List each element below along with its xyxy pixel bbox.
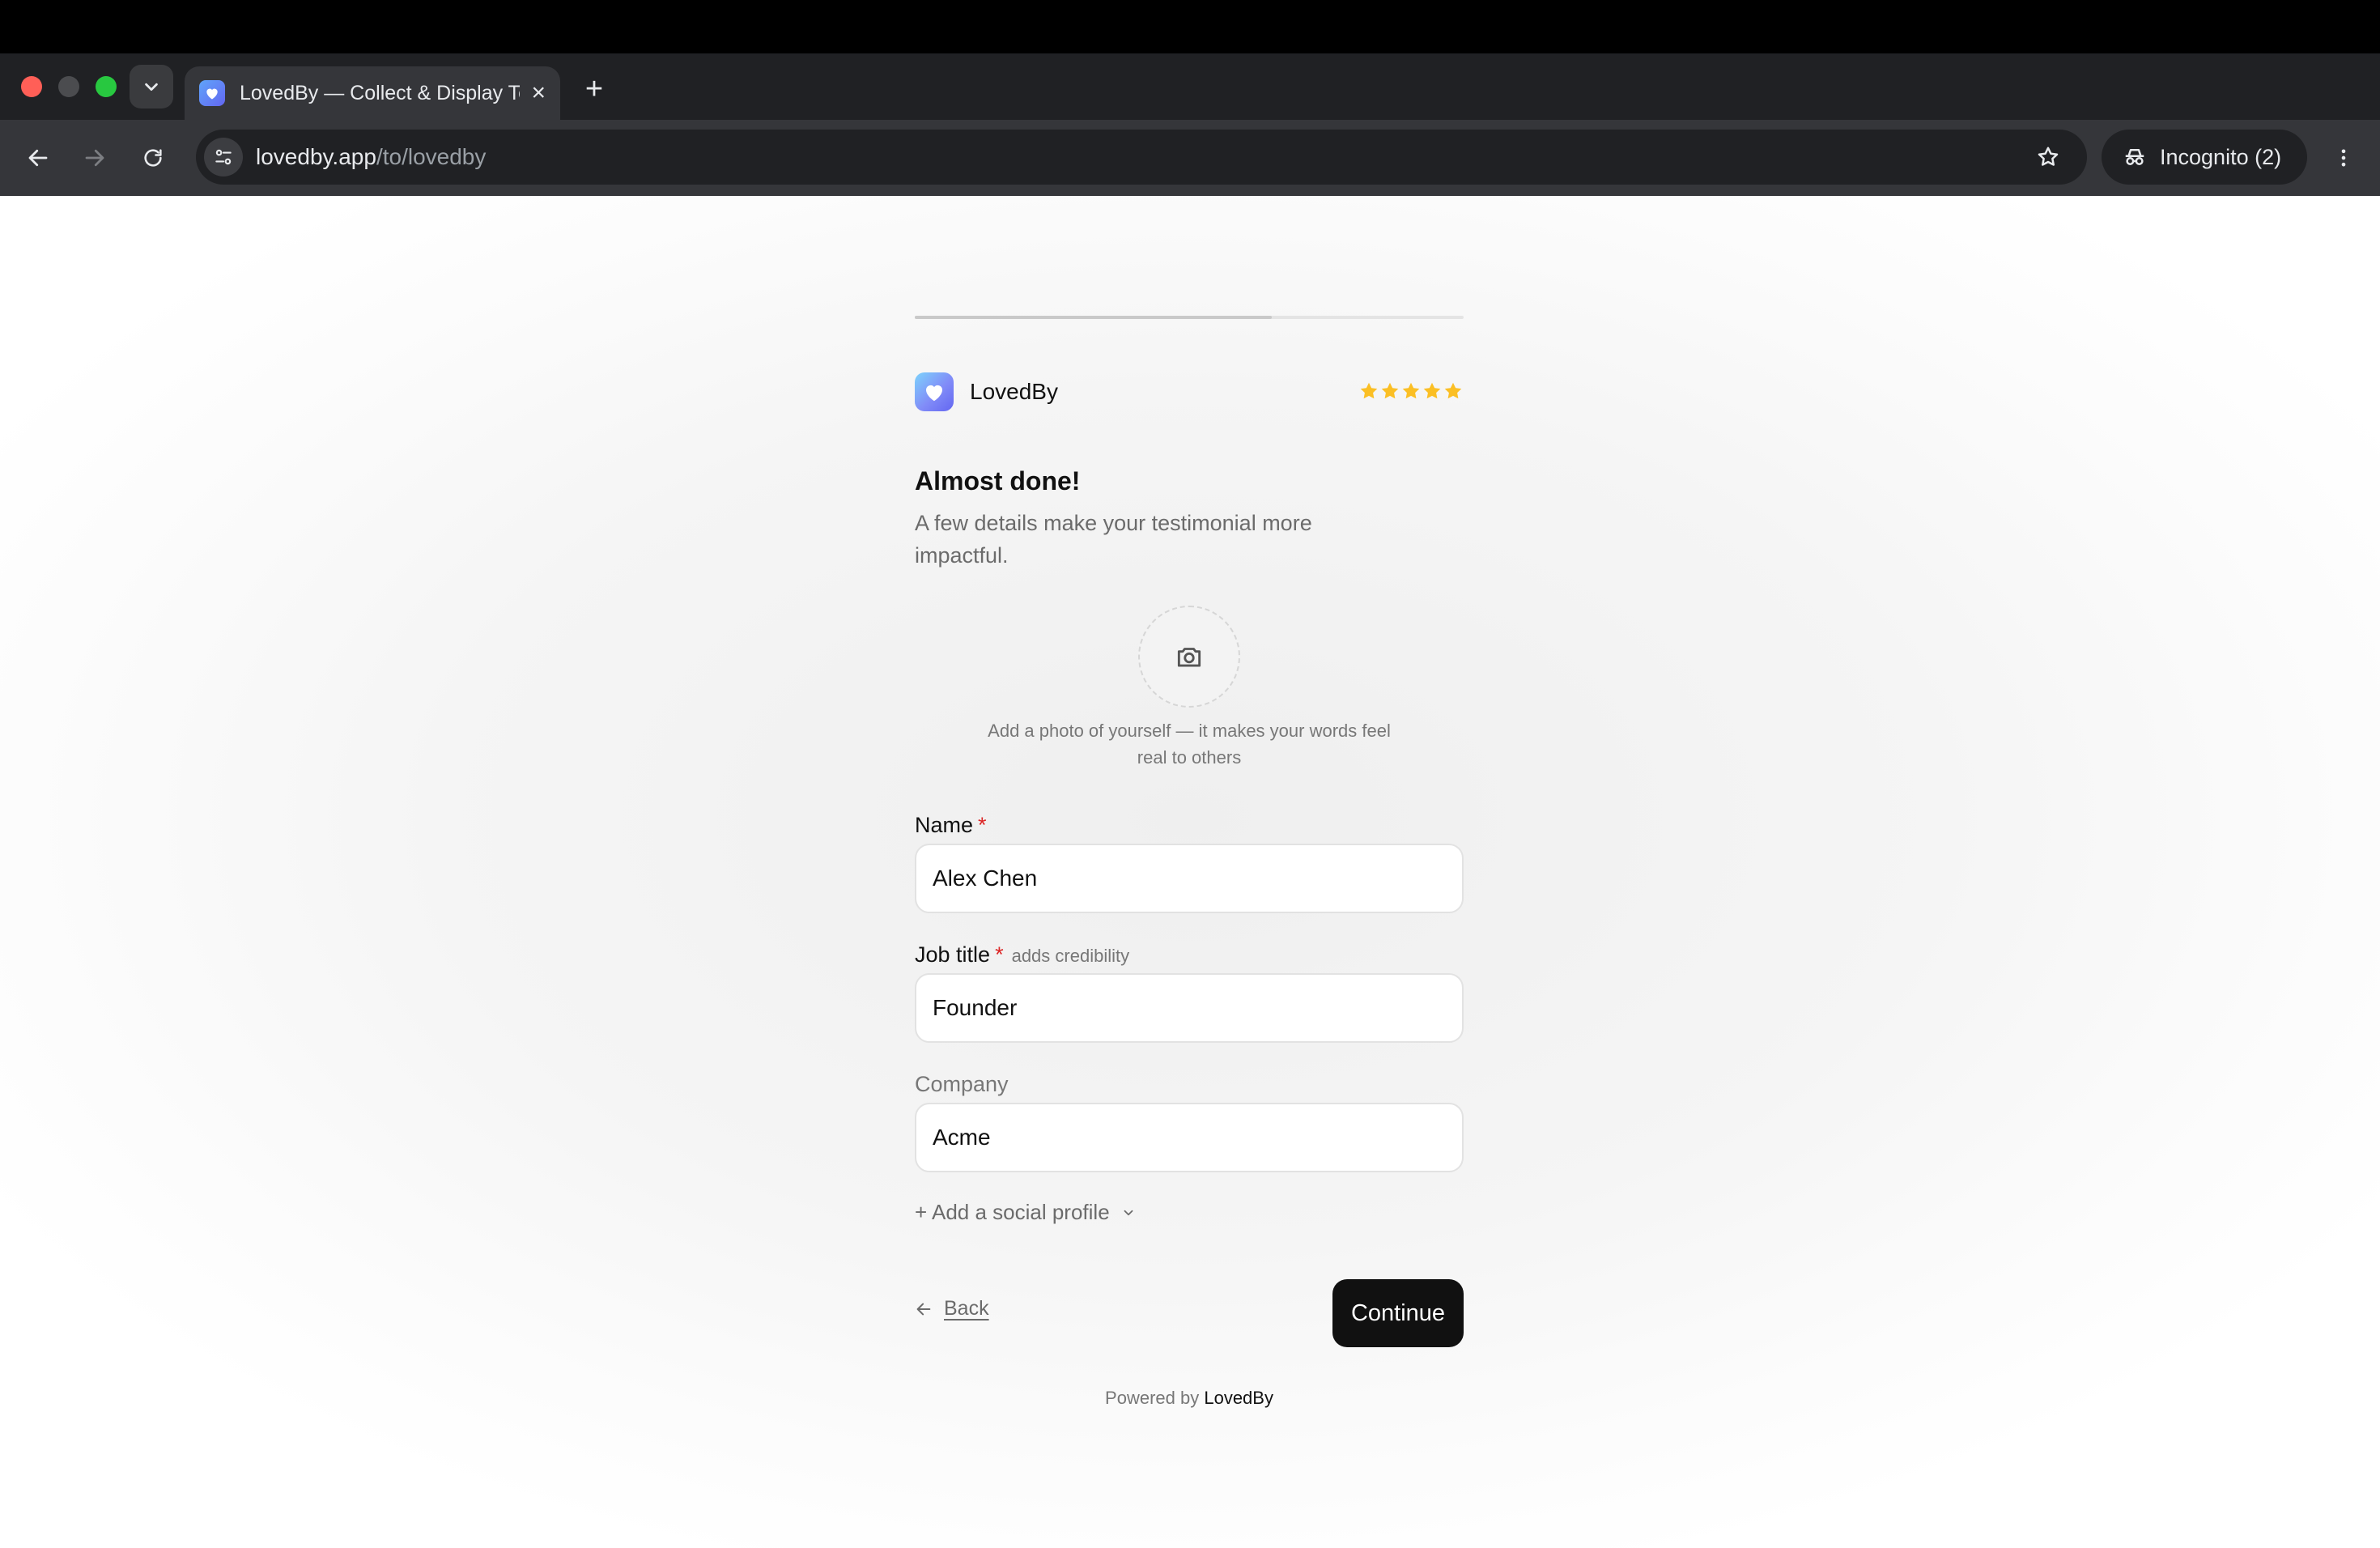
page-title: Almost done!: [915, 466, 1081, 495]
add-social-profile-button[interactable]: + Add a social profile: [915, 1200, 1136, 1225]
site-info-button[interactable]: [204, 138, 243, 176]
progress-bar: [915, 316, 1464, 319]
active-tab[interactable]: LovedBy — Collect & Display Testimonials…: [185, 66, 560, 120]
powered-prefix: Powered by: [1105, 1388, 1200, 1408]
browser-menu-button[interactable]: [2323, 138, 2364, 178]
name-label-text: Name: [915, 813, 974, 837]
incognito-label: Incognito (2): [2160, 144, 2282, 169]
chevron-down-icon: [1124, 1210, 1133, 1215]
company-label: Company: [915, 1072, 1009, 1096]
required-mark: *: [995, 942, 1004, 967]
url-host: lovedby.app: [256, 144, 376, 169]
photo-hint: Add a photo of yourself — it makes your …: [988, 721, 1391, 768]
more-vertical-icon: [2341, 149, 2346, 167]
page-viewport: LovedBy Almost done! A few details make …: [0, 196, 2380, 1548]
chevron-down-icon: [145, 83, 158, 91]
progress-fill: [915, 316, 1272, 319]
add-social-profile-label: + Add a social profile: [915, 1200, 1110, 1224]
camera-icon: [1177, 648, 1201, 667]
minimize-window-button[interactable]: [58, 76, 79, 97]
close-tab-icon[interactable]: ×: [531, 81, 546, 105]
incognito-icon: [2125, 149, 2144, 165]
page-subtitle: A few details make your testimonial more…: [915, 511, 1312, 568]
name-input[interactable]: [915, 844, 1464, 913]
maximize-window-button[interactable]: [96, 76, 117, 97]
back-label: Back: [944, 1297, 989, 1320]
tune-icon: [215, 149, 232, 165]
favicon-icon: [199, 80, 225, 106]
browser-chrome: LovedBy — Collect & Display Testimonials…: [0, 0, 2380, 196]
bookmark-button[interactable]: [2030, 139, 2066, 175]
star-outline-icon: [2038, 147, 2059, 166]
star-icon: [1423, 382, 1441, 399]
testimonial-form: LovedBy Almost done! A few details make …: [915, 196, 1464, 1548]
lovedby-logo-icon: [915, 372, 954, 411]
star-icon: [1360, 382, 1378, 399]
required-mark: *: [978, 813, 987, 837]
url-path: /to/lovedby: [376, 144, 487, 169]
brand-name: LovedBy: [970, 379, 1058, 404]
star-icon: [1381, 382, 1399, 399]
job-title-input[interactable]: [915, 973, 1464, 1043]
address-bar[interactable]: lovedby.app/to/lovedby: [196, 130, 2087, 185]
job-title-hint: adds credibility: [1011, 946, 1130, 966]
arrow-right-icon: [85, 149, 104, 167]
brand-header: LovedBy: [915, 372, 1058, 411]
close-window-button[interactable]: [21, 76, 42, 97]
tab-search-button[interactable]: [130, 65, 173, 108]
new-tab-button[interactable]: +: [576, 71, 612, 107]
name-label: Name *: [915, 813, 987, 838]
photo-upload-button[interactable]: [1138, 606, 1240, 708]
forward-nav-button[interactable]: [74, 138, 115, 178]
arrow-left-icon: [28, 149, 48, 167]
reload-button[interactable]: [133, 138, 173, 178]
back-button[interactable]: Back: [915, 1297, 989, 1320]
company-input[interactable]: [915, 1103, 1464, 1172]
browser-toolbar: lovedby.app/to/lovedby Incognito (2): [0, 120, 2380, 196]
arrow-left-icon: [916, 1303, 931, 1315]
star-icon: [1402, 382, 1420, 399]
powered-by: Powered by LovedBy: [915, 1388, 1464, 1409]
incognito-button[interactable]: Incognito (2): [2102, 130, 2307, 185]
tab-strip: LovedBy — Collect & Display Testimonials…: [0, 53, 2380, 120]
url-text: lovedby.app/to/lovedby: [256, 130, 486, 185]
continue-button[interactable]: Continue: [1332, 1279, 1464, 1347]
tab-title: LovedBy — Collect & Display Testimonials: [240, 81, 520, 104]
job-title-label-text: Job title: [915, 942, 991, 967]
reload-icon: [144, 149, 162, 167]
star-rating: [1358, 381, 1464, 402]
job-title-label: Job title * adds credibility: [915, 942, 1129, 968]
back-nav-button[interactable]: [18, 138, 58, 178]
star-icon: [1444, 382, 1462, 399]
powered-brand: LovedBy: [1204, 1388, 1273, 1408]
